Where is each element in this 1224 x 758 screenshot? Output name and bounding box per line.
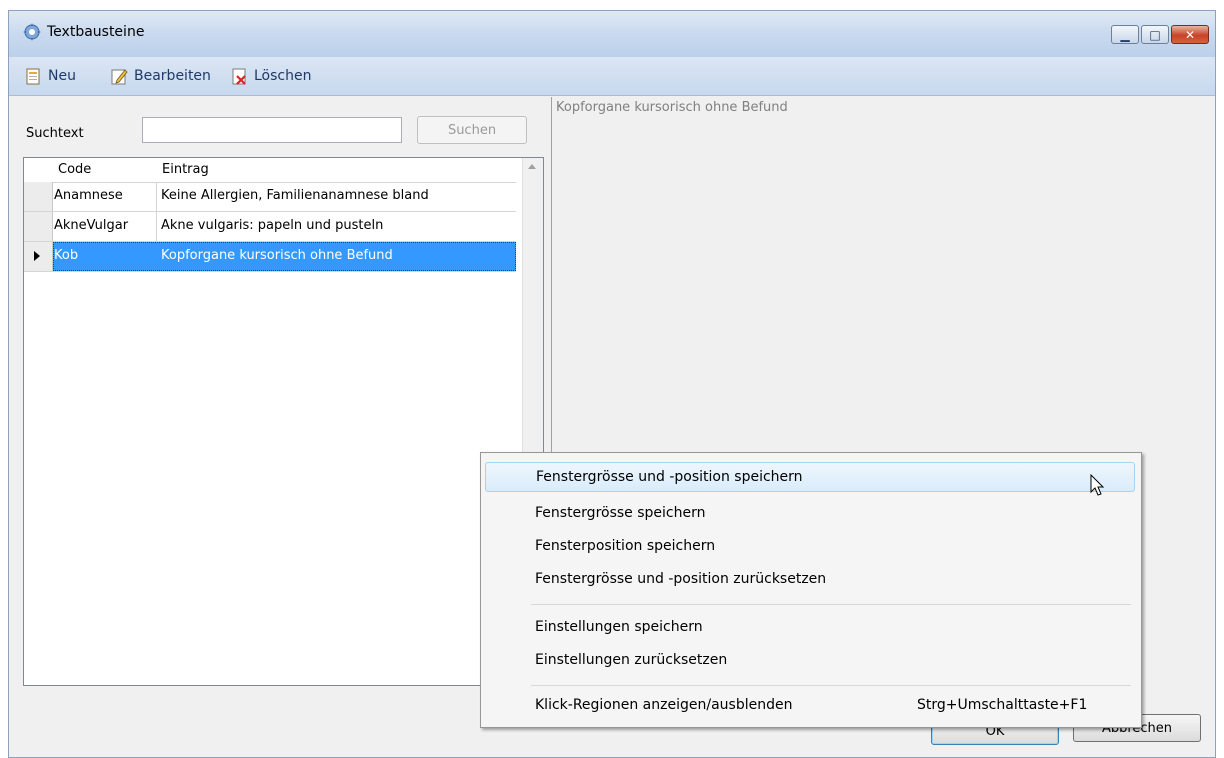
cell-entry: Keine Allergien, Familienanamnese bland [161,188,429,203]
cell-code: AkneVulgar [54,218,129,233]
menu-item-label: Einstellungen zurücksetzen [535,652,728,668]
search-button-label: Suchen [447,122,497,138]
menu-item-reset-settings[interactable]: Einstellungen zurücksetzen [485,646,1135,676]
new-label: Neu [48,68,76,84]
menu-item-save-settings[interactable]: Einstellungen speichern [485,613,1135,643]
close-icon: ✕ [1184,27,1196,42]
table-row[interactable]: AkneVulgar Akne vulgaris: papeln und pus… [24,212,516,242]
menu-item-label: Klick-Regionen anzeigen/ausblenden [535,697,793,713]
search-button[interactable]: Suchen [417,116,527,144]
delete-label: Löschen [254,68,312,84]
minimize-button[interactable]: ▁ [1111,25,1139,44]
window-controls: ▁ □ ✕ [1109,25,1209,44]
app-gear-icon [23,23,41,41]
edit-label: Bearbeiten [134,68,211,84]
cell-entry: Kopforgane kursorisch ohne Befund [161,248,393,263]
cell-entry: Akne vulgaris: papeln und pusteln [161,218,384,233]
row-selector[interactable] [24,242,53,271]
cell-code: Anamnese [54,188,123,203]
menu-item-save-position[interactable]: Fensterposition speichern [485,532,1135,562]
preview-text: Kopforgane kursorisch ohne Befund [556,100,788,115]
maximize-icon: □ [1149,27,1161,42]
row-selector[interactable] [24,212,53,241]
column-header-entry[interactable]: Eintrag [162,162,209,177]
search-label: Suchtext [26,126,84,141]
window-title: Textbausteine [47,24,145,40]
toolbar: Neu Bearbeiten Löschen [9,57,1215,96]
menu-item-label: Fenstergrösse speichern [535,505,706,521]
table-header: Code Eintrag [24,158,516,183]
column-header-code[interactable]: Code [58,162,91,177]
maximize-button[interactable]: □ [1141,25,1169,44]
menu-separator [531,685,1131,686]
edit-pencil-icon [111,68,128,84]
row-selector[interactable] [24,182,53,211]
menu-item-toggle-click-regions[interactable]: Klick-Regionen anzeigen/ausblenden Strg+… [485,691,1135,721]
search-input[interactable] [142,117,402,143]
delete-document-icon [232,68,246,85]
new-document-icon [26,68,40,84]
scroll-up-arrow-icon[interactable] [528,164,536,169]
menu-item-reset-size-position[interactable]: Fenstergrösse und -position zurücksetzen [485,565,1135,595]
menu-item-save-size-position[interactable]: Fenstergrösse und -position speichern [485,462,1135,492]
table-row-selected[interactable]: Kob Kopforgane kursorisch ohne Befund [24,242,516,272]
menu-item-save-size[interactable]: Fenstergrösse speichern [485,499,1135,529]
delete-button[interactable]: Löschen [231,66,311,86]
textbaustein-table[interactable]: Code Eintrag Anamnese Keine Allergien, F… [23,157,544,686]
minimize-icon: ▁ [1120,27,1130,42]
title-bar[interactable]: Textbausteine ▁ □ ✕ [9,11,1215,57]
new-button[interactable]: Neu [25,66,76,86]
menu-item-shortcut: Strg+Umschalttaste+F1 [917,697,1088,713]
cell-code: Kob [54,248,79,263]
left-panel: Suchtext Suchen Code Eintrag Anamnese Ke… [21,101,548,686]
mouse-pointer-icon [1090,474,1105,496]
menu-item-label: Fenstergrösse und -position zurücksetzen [535,571,827,587]
close-button[interactable]: ✕ [1171,25,1209,44]
menu-item-label: Fenstergrösse und -position speichern [536,469,803,485]
menu-item-label: Einstellungen speichern [535,619,703,635]
current-row-indicator-icon [34,251,40,261]
menu-separator [531,604,1131,605]
edit-button[interactable]: Bearbeiten [111,66,211,86]
context-menu: Fenstergrösse und -position speichern Fe… [480,452,1142,728]
table-row[interactable]: Anamnese Keine Allergien, Familienanamne… [24,182,516,212]
menu-item-label: Fensterposition speichern [535,538,716,554]
